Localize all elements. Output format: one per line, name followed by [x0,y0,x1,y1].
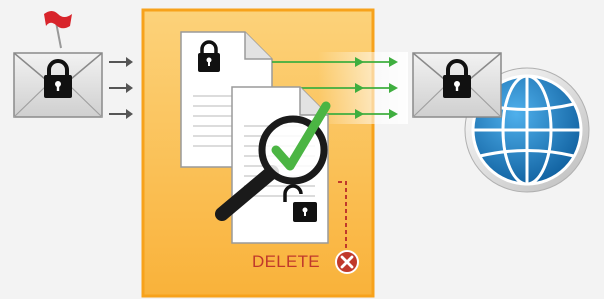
input-arrows [109,57,133,119]
flag-icon [44,11,72,49]
delete-x-icon [335,250,359,274]
scanning-diagram: DELETE [0,0,604,299]
delete-label: DELETE [252,252,320,271]
envelope-lock-icon [412,52,502,118]
envelope-lock-icon [13,52,103,118]
